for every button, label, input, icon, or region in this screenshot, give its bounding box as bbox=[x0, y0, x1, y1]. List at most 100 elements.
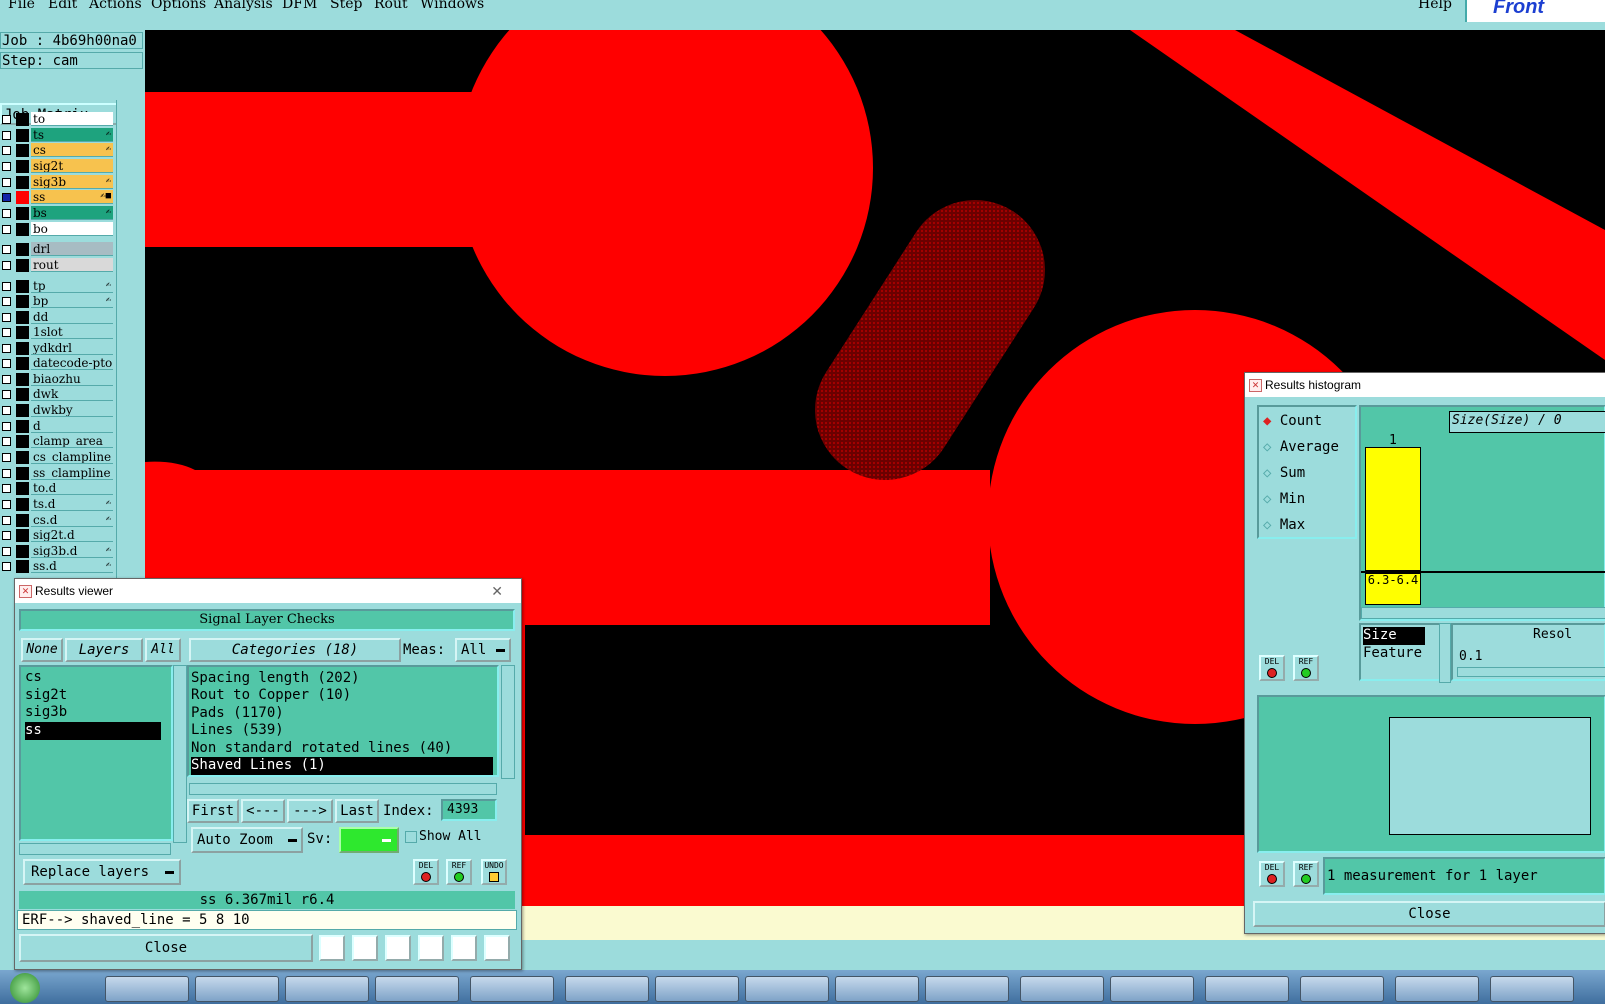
prev-button[interactable]: <--- bbox=[241, 799, 285, 823]
taskbar-item[interactable] bbox=[1020, 976, 1104, 1002]
selected-category-item[interactable]: Shaved Lines (1) bbox=[191, 757, 493, 775]
list-item[interactable]: Feature bbox=[1363, 645, 1422, 663]
layer-display-indicator[interactable] bbox=[16, 467, 29, 480]
layer-display-indicator[interactable] bbox=[16, 243, 29, 256]
layer-checkbox[interactable] bbox=[2, 297, 11, 306]
layer-checkbox[interactable] bbox=[2, 225, 11, 234]
layers-button[interactable]: Layers bbox=[65, 638, 143, 662]
layer-row[interactable]: rout bbox=[0, 258, 115, 273]
layer-display-indicator[interactable] bbox=[16, 373, 29, 386]
layer-name[interactable]: bs bbox=[31, 206, 113, 220]
ref-button[interactable]: REF bbox=[1293, 861, 1319, 887]
all-button[interactable]: All bbox=[145, 638, 181, 662]
layer-checkbox[interactable] bbox=[2, 131, 11, 140]
taskbar-item[interactable] bbox=[1205, 976, 1289, 1002]
layer-name[interactable]: sig2t bbox=[31, 159, 113, 173]
layer-row[interactable]: tp ✍ bbox=[0, 279, 115, 294]
layer-name[interactable]: to bbox=[31, 112, 113, 126]
index-input[interactable]: 4393 bbox=[441, 799, 497, 821]
layer-display-indicator[interactable] bbox=[16, 498, 29, 511]
layer-name[interactable]: cs.d bbox=[31, 513, 113, 527]
menu-windows[interactable]: Windows bbox=[420, 0, 484, 12]
layer-name[interactable]: dd bbox=[31, 310, 113, 324]
erase-icon[interactable] bbox=[385, 935, 411, 961]
layer-display-indicator[interactable] bbox=[16, 560, 29, 573]
histogram-titlebar[interactable]: ✕ Results histogram bbox=[1245, 373, 1605, 397]
show-all-checkbox[interactable] bbox=[405, 831, 417, 843]
radio-sum[interactable]: ◇ Sum bbox=[1263, 465, 1305, 481]
layer-row[interactable]: cs ✍ bbox=[0, 143, 115, 158]
replace-layers-dropdown[interactable]: Replace layers bbox=[23, 859, 181, 885]
layer-row[interactable]: d bbox=[0, 419, 115, 434]
layer-display-indicator[interactable] bbox=[16, 420, 29, 433]
menu-options[interactable]: Options bbox=[151, 0, 206, 12]
layer-checkbox[interactable] bbox=[2, 328, 11, 337]
size-attribute-field[interactable]: Size(Size) / 0 bbox=[1449, 411, 1605, 433]
layer-checkbox[interactable] bbox=[2, 406, 11, 415]
close-button[interactable]: Close bbox=[1253, 901, 1605, 927]
layer-checkbox[interactable] bbox=[2, 547, 11, 556]
layer-checkbox[interactable] bbox=[2, 359, 11, 368]
layer-row[interactable]: cs.d ✍ bbox=[0, 513, 115, 528]
layer-row[interactable]: to bbox=[0, 112, 115, 127]
layer-checkbox[interactable] bbox=[2, 375, 11, 384]
layer-row[interactable]: ts.d ✍ bbox=[0, 497, 115, 512]
layer-checkbox[interactable] bbox=[2, 313, 11, 322]
layer-checkbox[interactable] bbox=[2, 115, 11, 124]
layer-checkbox[interactable] bbox=[2, 193, 11, 202]
menu-file[interactable]: File bbox=[8, 0, 35, 12]
radio-max[interactable]: ◇ Max bbox=[1263, 517, 1305, 533]
layer-checkbox[interactable] bbox=[2, 422, 11, 431]
histogram-bar[interactable] bbox=[1365, 447, 1421, 571]
layer-display-indicator[interactable] bbox=[16, 259, 29, 272]
layer-checkbox[interactable] bbox=[2, 469, 11, 478]
layer-display-indicator[interactable] bbox=[16, 326, 29, 339]
list-item[interactable]: cs bbox=[25, 669, 42, 687]
del-button[interactable]: DEL bbox=[1259, 861, 1285, 887]
last-button[interactable]: Last bbox=[335, 799, 379, 823]
layer-display-indicator[interactable] bbox=[16, 207, 29, 220]
layer-row[interactable]: sig2t.d bbox=[0, 528, 115, 543]
layer-checkbox[interactable] bbox=[2, 531, 11, 540]
layer-list-scrollbar[interactable] bbox=[173, 665, 187, 843]
layer-display-indicator[interactable] bbox=[16, 280, 29, 293]
start-button[interactable] bbox=[10, 973, 40, 1003]
taskbar-item[interactable] bbox=[105, 976, 189, 1002]
layer-display-indicator[interactable] bbox=[16, 435, 29, 448]
layer-name[interactable]: rout bbox=[31, 258, 113, 272]
layer-checkbox[interactable] bbox=[2, 209, 11, 218]
del-button[interactable]: DEL bbox=[1259, 655, 1285, 681]
layer-row[interactable]: bo bbox=[0, 222, 115, 237]
radio-min[interactable]: ◇ Min bbox=[1263, 491, 1305, 507]
taskbar-item[interactable] bbox=[285, 976, 369, 1002]
layer-checkbox[interactable] bbox=[2, 245, 11, 254]
layer-row[interactable]: dwkby bbox=[0, 403, 115, 418]
layer-checkbox[interactable] bbox=[2, 178, 11, 187]
layer-name[interactable]: ss.d bbox=[31, 559, 113, 573]
layer-display-indicator[interactable] bbox=[16, 545, 29, 558]
ref-button[interactable]: REF bbox=[1293, 655, 1319, 681]
list-item[interactable]: Lines (539) bbox=[191, 722, 284, 740]
layer-display-indicator[interactable] bbox=[16, 404, 29, 417]
layer-name[interactable]: sig2t.d bbox=[31, 528, 113, 542]
layer-checkbox[interactable] bbox=[2, 500, 11, 509]
taskbar-item[interactable] bbox=[1110, 976, 1194, 1002]
layer-display-indicator[interactable] bbox=[16, 529, 29, 542]
layer-name[interactable]: clamp_area bbox=[31, 434, 113, 448]
attr-list-scrollbar[interactable] bbox=[1439, 623, 1451, 683]
selected-layer-item[interactable]: ss bbox=[25, 722, 161, 740]
layer-name[interactable]: ts bbox=[31, 128, 113, 142]
layer-name[interactable]: datecode-pto bbox=[31, 356, 113, 370]
layer-row[interactable]: ss ✍■ bbox=[0, 190, 115, 205]
layer-checkbox[interactable] bbox=[2, 282, 11, 291]
list-item[interactable]: Spacing length (202) bbox=[191, 670, 360, 688]
taskbar-item[interactable] bbox=[925, 976, 1009, 1002]
layer-row[interactable]: ss_clampline bbox=[0, 466, 115, 481]
layer-checkbox[interactable] bbox=[2, 261, 11, 270]
layer-row[interactable]: dd bbox=[0, 310, 115, 325]
taskbar-item[interactable] bbox=[745, 976, 829, 1002]
layer-row[interactable]: 1slot bbox=[0, 325, 115, 340]
taskbar-item[interactable] bbox=[835, 976, 919, 1002]
layer-name[interactable]: dwk bbox=[31, 387, 113, 401]
auto-zoom-dropdown[interactable]: Auto Zoom bbox=[191, 827, 303, 853]
